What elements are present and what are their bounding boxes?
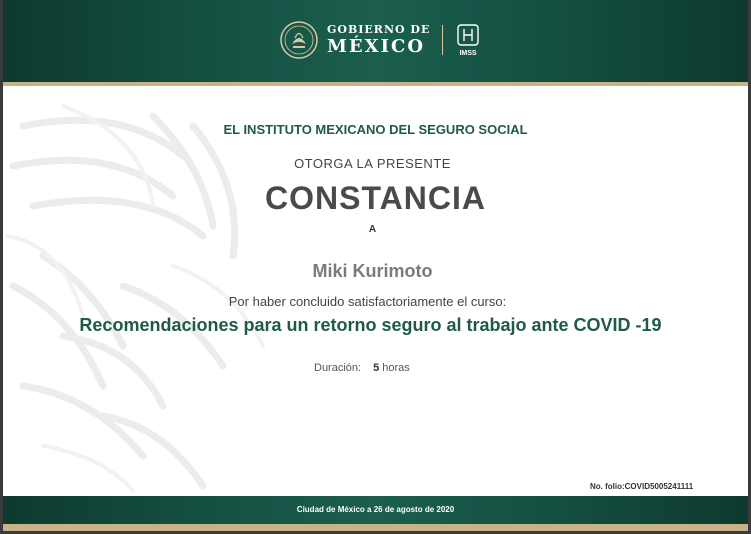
eagle-watermark-icon <box>6 104 265 493</box>
logo-divider <box>442 25 444 55</box>
to-text: A <box>368 224 377 235</box>
duration-unit: horas <box>382 362 410 374</box>
national-seal-icon <box>280 21 318 59</box>
course-title: Recomendaciones para un retorno seguro a… <box>79 315 662 335</box>
certificate-header: GOBIERNO DE MÉXICO IMSS <box>3 0 748 82</box>
imss-logo-icon: IMSS <box>457 24 480 57</box>
grants-text: OTORGA LA PRESENTE <box>294 156 451 171</box>
imss-label: IMSS <box>460 50 477 57</box>
institution-name: EL INSTITUTO MEXICANO DEL SEGURO SOCIAL <box>223 122 528 137</box>
gobierno-de-mexico-wordmark: GOBIERNO DE MÉXICO <box>327 24 430 56</box>
footer-gold-line <box>3 524 748 531</box>
gob-top-text: GOBIERNO DE <box>327 23 431 36</box>
folio-number: No. folio:COVID5005241111 <box>590 482 694 491</box>
certificate-footer: Ciudad de México a 26 de agosto de 2020 <box>3 496 748 524</box>
recipient-name: Miki Kurimoto <box>312 261 433 281</box>
duration-label: Duración: <box>314 362 362 374</box>
certificate-title: CONSTANCIA <box>265 180 486 216</box>
duration: Duración: 5 horas <box>314 362 410 374</box>
gob-main-text: MÉXICO <box>327 36 426 57</box>
reason-text: Por haber concluido satisfactoriamente e… <box>228 294 507 309</box>
place-date: Ciudad de México a 26 de agosto de 2020 <box>296 505 455 514</box>
duration-value: 5 <box>373 362 380 374</box>
header-logos: GOBIERNO DE MÉXICO IMSS <box>279 20 481 60</box>
